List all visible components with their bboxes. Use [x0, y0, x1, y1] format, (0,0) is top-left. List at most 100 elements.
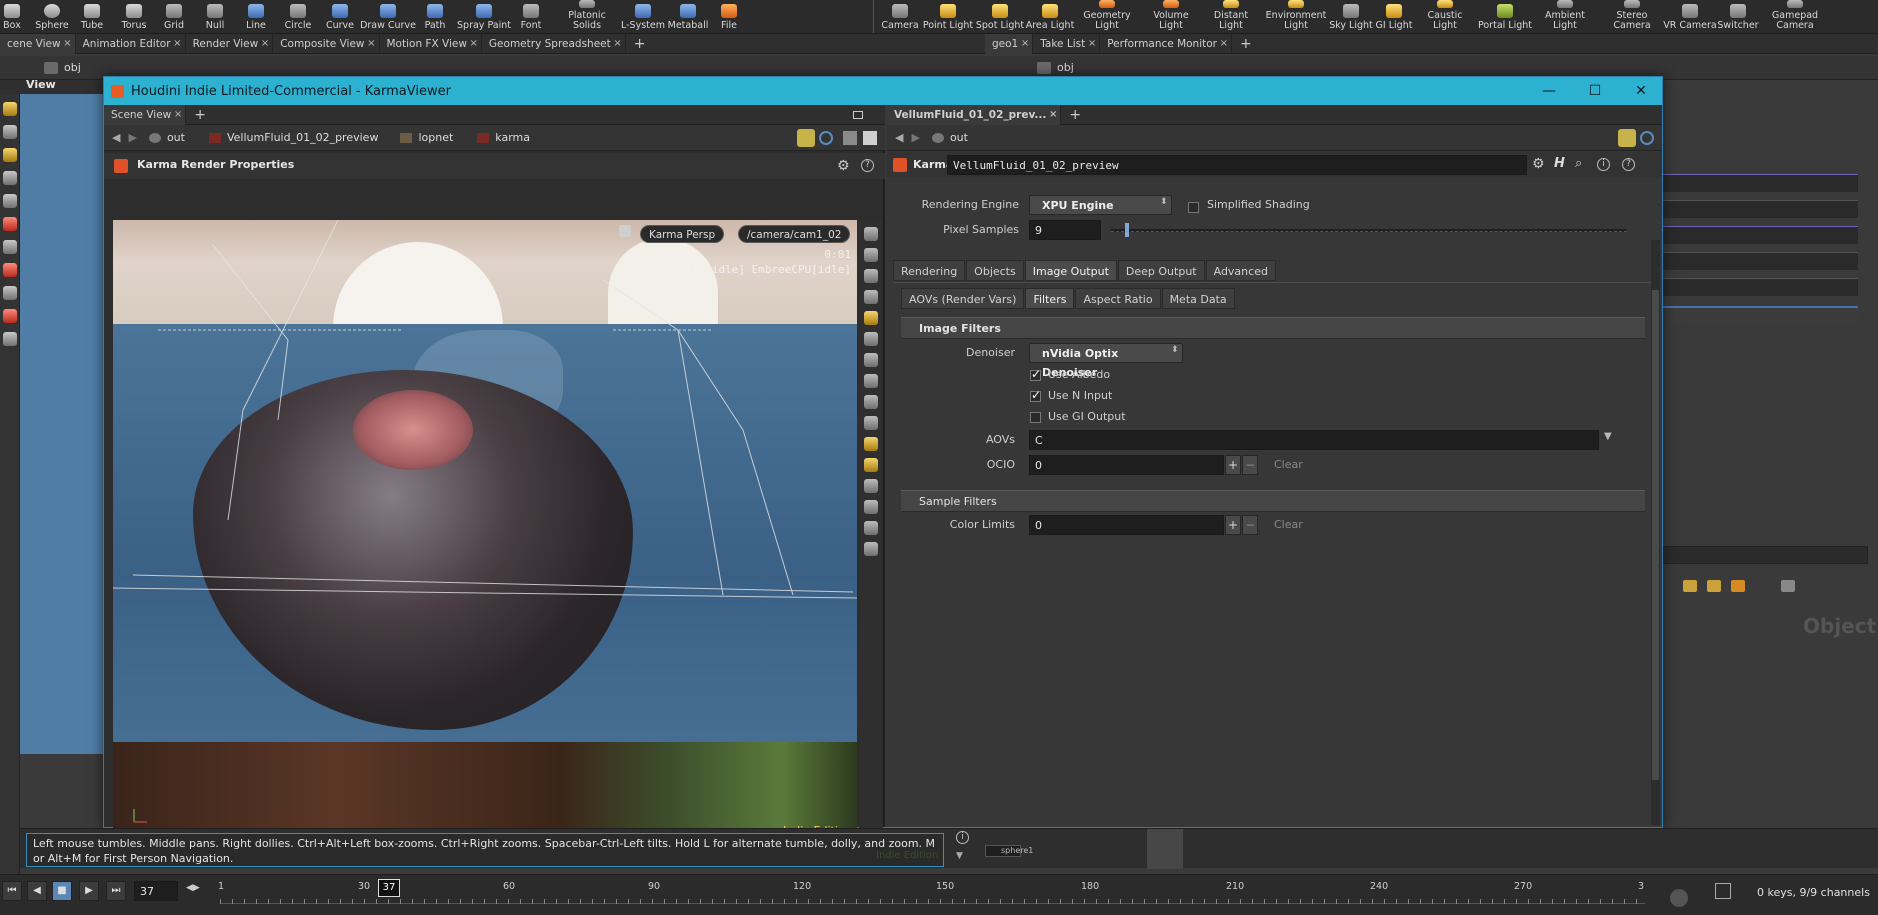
- transform-icon[interactable]: [3, 125, 17, 139]
- grid-icon[interactable]: [864, 542, 878, 556]
- snap-icon[interactable]: [3, 286, 17, 300]
- subtab-2[interactable]: Aspect Ratio: [1075, 288, 1161, 309]
- handle-icon[interactable]: [3, 148, 17, 162]
- tab-4[interactable]: Advanced: [1205, 260, 1276, 281]
- ghost-icon[interactable]: [864, 269, 878, 283]
- sample-filters-section[interactable]: Sample Filters: [901, 490, 1645, 512]
- forward-arrow-icon[interactable]: ▶: [911, 131, 919, 144]
- close-button[interactable]: ✕: [1618, 77, 1664, 105]
- shelf-tool-font[interactable]: Font: [501, 0, 561, 33]
- magnet-icon[interactable]: [3, 240, 17, 254]
- crumb-1[interactable]: VellumFluid_01_02_preview: [227, 131, 379, 144]
- ocio-clear-button[interactable]: Clear: [1274, 458, 1303, 471]
- back-tab-back_tabs_right-1[interactable]: Take List: [1033, 33, 1101, 54]
- subtab-1[interactable]: Filters: [1025, 288, 1075, 309]
- help-icon[interactable]: ?: [861, 159, 874, 172]
- color-limits-add-button[interactable]: +: [1225, 515, 1241, 535]
- shelf-tool-file[interactable]: File: [699, 0, 759, 33]
- info-icon[interactable]: [864, 521, 878, 535]
- shelf-tool-portal-light[interactable]: Portal Light: [1475, 0, 1535, 33]
- render-region-icon[interactable]: [864, 416, 878, 430]
- back-tab-back_tabs_right-2[interactable]: Performance Monitor: [1100, 33, 1232, 54]
- gear-icon[interactable]: ⚙: [837, 158, 850, 174]
- pixel-samples-field[interactable]: 9: [1029, 220, 1101, 240]
- lock-icon[interactable]: [3, 194, 17, 208]
- shelf-tool-gamepad-camera[interactable]: Gamepad Camera: [1765, 0, 1825, 33]
- tab-3[interactable]: Deep Output: [1117, 260, 1205, 281]
- flipbook-icon[interactable]: [864, 500, 878, 514]
- pin-icon[interactable]: [1618, 128, 1636, 147]
- back-tab-back_tabs_left-2[interactable]: Render View: [186, 33, 274, 54]
- back-arrow-icon[interactable]: ◀: [112, 131, 120, 144]
- sticky-icon[interactable]: [1707, 580, 1721, 592]
- key-icon[interactable]: [1670, 889, 1688, 907]
- info-icon[interactable]: i: [1597, 158, 1610, 171]
- color-limits-remove-button[interactable]: −: [1242, 515, 1258, 535]
- snapshot-icon[interactable]: [863, 130, 877, 145]
- pixel-samples-slider-track[interactable]: [1111, 229, 1627, 232]
- link-icon[interactable]: [1640, 130, 1654, 145]
- camera-menu[interactable]: /camera/cam1_02: [738, 225, 851, 243]
- use-n-input-checkbox[interactable]: [1030, 388, 1041, 402]
- back-tab-back_tabs_left-4[interactable]: Motion FX View: [380, 33, 482, 54]
- simplified-shading-checkbox[interactable]: [1188, 201, 1199, 213]
- shelf-tool-stereo-camera[interactable]: Stereo Camera: [1602, 0, 1662, 33]
- add-tab-icon[interactable]: +: [1069, 107, 1081, 123]
- maximize-button[interactable]: ☐: [1572, 77, 1618, 105]
- use-n-input-row[interactable]: Use N Input: [1030, 388, 1112, 402]
- subtab-0[interactable]: AOVs (Render Vars): [901, 288, 1025, 309]
- add-tab-icon[interactable]: +: [194, 107, 206, 123]
- light-linking-icon[interactable]: [864, 332, 878, 346]
- image-filters-section[interactable]: Image Filters: [901, 317, 1645, 339]
- note-icon[interactable]: [1683, 580, 1697, 592]
- snapshot-icon[interactable]: [864, 458, 878, 472]
- tab-scene-view[interactable]: Scene View: [104, 104, 187, 125]
- back-path-right[interactable]: obj: [1057, 61, 1074, 74]
- aovs-field[interactable]: C: [1029, 430, 1599, 450]
- window-titlebar[interactable]: Houdini Indie Limited-Commercial - Karma…: [104, 77, 1662, 105]
- param-scrollbar[interactable]: [1651, 240, 1660, 825]
- ocio-add-button[interactable]: +: [1225, 455, 1241, 475]
- info-icon[interactable]: i: [956, 831, 969, 844]
- search-icon[interactable]: ⌕: [1575, 156, 1582, 171]
- go-start-button[interactable]: ⏮: [2, 881, 22, 901]
- magnet-red-icon[interactable]: [3, 309, 17, 323]
- back-path-left[interactable]: obj: [64, 61, 81, 74]
- back-tab-back_tabs_left-1[interactable]: Animation Editor: [76, 33, 186, 54]
- camera-icon[interactable]: [864, 395, 878, 409]
- brush-icon[interactable]: [3, 263, 17, 277]
- shelf-tool-platonic-solids[interactable]: Platonic Solids: [557, 0, 617, 33]
- play-button[interactable]: ▶: [79, 881, 99, 901]
- back-tab-back_tabs_left-5[interactable]: Geometry Spreadsheet: [482, 33, 626, 54]
- current-frame-marker[interactable]: 37: [378, 879, 400, 897]
- display-options-icon[interactable]: [843, 130, 857, 145]
- minimize-button[interactable]: —: [1526, 77, 1572, 105]
- shelf-tool-geometry-light[interactable]: Geometry Light: [1077, 0, 1137, 33]
- expand-down-icon[interactable]: ▼: [956, 851, 963, 861]
- paint-icon[interactable]: [864, 437, 878, 451]
- rendering-engine-menu[interactable]: XPU Engine (Alpha): [1029, 195, 1172, 231]
- houdini-h-icon[interactable]: H: [1554, 156, 1565, 171]
- camera-tool-icon[interactable]: [3, 332, 17, 346]
- add-tab-icon[interactable]: +: [1240, 36, 1252, 52]
- network-box-icon[interactable]: [1731, 580, 1745, 592]
- crumb-0[interactable]: out: [167, 131, 185, 144]
- tab-1[interactable]: Objects: [966, 260, 1024, 281]
- visibility-icon[interactable]: [864, 227, 878, 241]
- prev-key-icon[interactable]: ◀▶: [186, 883, 200, 893]
- right-search-field[interactable]: [1663, 546, 1868, 564]
- pixel-samples-slider-handle[interactable]: [1125, 223, 1129, 237]
- pin-icon[interactable]: [797, 128, 815, 147]
- shelf-tool-volume-light[interactable]: Volume Light: [1141, 0, 1201, 33]
- use-gi-output-checkbox[interactable]: [1030, 411, 1041, 423]
- pose-icon[interactable]: [3, 171, 17, 185]
- shelf-tool-caustic-light[interactable]: Caustic Light: [1415, 0, 1475, 33]
- color-limits-field[interactable]: 0: [1029, 515, 1224, 535]
- lock-camera-icon[interactable]: [619, 225, 631, 237]
- select-icon[interactable]: [3, 102, 17, 116]
- shading-icon[interactable]: [864, 290, 878, 304]
- back-tab-back_tabs_right-0[interactable]: geo1: [985, 33, 1034, 54]
- ocio-remove-button[interactable]: −: [1242, 455, 1258, 475]
- timeline-ruler[interactable]: 37 1 30 60 90 120 150 180 210 240 270 3: [218, 879, 1645, 911]
- paint-icon[interactable]: [3, 217, 17, 231]
